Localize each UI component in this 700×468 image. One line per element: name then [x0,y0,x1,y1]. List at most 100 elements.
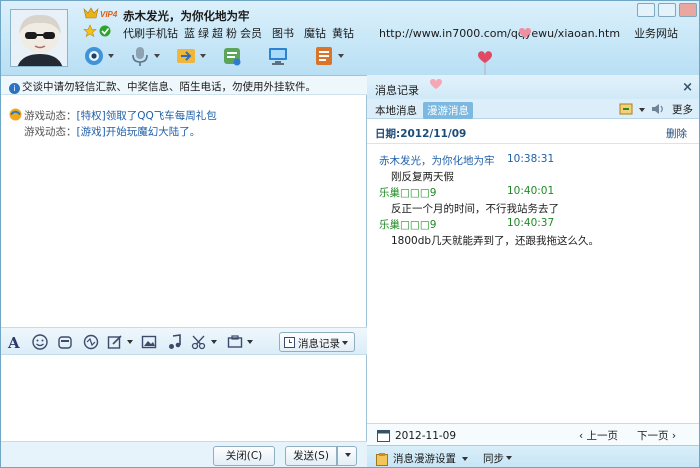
url-link[interactable]: http://www.in7000.com/qqyewu/xiaoan.htm [379,27,620,40]
vip-badge[interactable]: VIP4 [83,7,121,20]
chevron-down-icon[interactable] [247,340,253,344]
entry-text: 反正一个月的时间，不行我站务去了 [391,203,559,215]
history-date-header: 日期:2012/11/09 删除 [367,120,699,144]
remote-desktop-icon [269,48,287,65]
message-history-label: 消息记录 [298,338,340,350]
chevron-down-icon [342,341,348,345]
entry-time: 10:38:31 [507,153,555,165]
history-pager: 2012-11-09 ‹ 上一页 下一页 › [367,423,699,445]
send-options-button[interactable] [337,446,357,466]
header-link[interactable]: 会员 [240,27,262,40]
send-file-button[interactable] [171,41,217,71]
format-toolbar: A 消息记录 [1,327,367,355]
entry-sender: 乐巢□□□9 [379,219,437,231]
star-icon [83,24,97,38]
prev-page-button[interactable]: ‹ 上一页 [579,428,618,443]
chevron-down-icon[interactable] [639,108,645,112]
minimize-button[interactable] [637,3,655,17]
header-link[interactable]: 黄钻 [332,27,354,40]
shake-window-icon[interactable] [83,334,99,350]
entry-sender: 乐巢□□□9 [379,187,437,199]
entry-text: 1800db几天就能弄到了，还跟我拖这么久。 [391,235,600,247]
entry-sender: 赤木发光，为你化地为牢 [379,155,495,167]
font-icon[interactable]: A [7,334,23,350]
chat-toolbar [79,41,355,71]
game-activity-link[interactable]: [特权]领取了QQ飞车每周礼包 [77,110,217,122]
export-icon[interactable] [619,102,633,116]
tab-roaming-messages[interactable]: 漫游消息 [423,102,473,119]
voice-call-icon [132,47,148,66]
header-link[interactable]: 代刷手机钻 [123,27,178,40]
delete-button[interactable]: 删除 [666,126,687,141]
message-history-panel: 消息记录 × 本地消息 漫游消息 更多 日期:2012/11/09 删除 赤木发… [367,75,699,467]
header-link[interactable]: 超 [212,27,223,40]
app-button[interactable] [309,41,355,71]
magic-emoticon-icon[interactable] [57,334,73,350]
entry-text: 刚反复两天假 [391,171,454,183]
avatar[interactable] [10,9,68,67]
header-link[interactable]: 蓝 [184,27,195,40]
history-title: 消息记录 [375,84,419,97]
game-activity-item: 游戏动态：[特权]领取了QQ飞车每周礼包 [9,108,217,123]
window-header: VIP4 赤木发光，为你化地为牢 代刷手机钻蓝绿超粉会员 图书 魔钻 黄钻 http:… [1,1,699,75]
close-history-button[interactable]: × [682,80,693,95]
sms-icon [224,48,241,66]
svg-text:A: A [7,334,20,350]
voice-call-button[interactable] [125,41,171,71]
send-bar: 关闭(C) 发送(S) [1,441,367,467]
sms-button[interactable] [217,41,263,71]
info-icon: i [9,83,20,94]
remote-desktop-button[interactable] [263,41,309,71]
game-activity-label: 游戏动态： [24,126,77,138]
status-icons [83,24,113,41]
tab-local-messages[interactable]: 本地消息 [371,102,421,119]
screenshot-scissors-icon[interactable] [191,334,207,350]
maximize-button[interactable] [658,3,676,17]
roaming-settings-label: 消息漫游设置 [393,453,456,465]
header-link[interactable]: 粉 [226,27,237,40]
calendar-icon [377,430,390,442]
url-suffix[interactable]: 业务网站 [634,27,678,40]
send-file-icon [177,49,195,63]
header-links: 代刷手机钻蓝绿超粉会员 图书 魔钻 黄钻 [123,25,360,41]
game-icon [9,108,22,121]
sync-button[interactable]: 同步 [483,451,512,466]
roaming-settings-button[interactable]: 消息漫游设置 [375,451,468,466]
music-icon[interactable] [167,334,183,350]
security-notice: i 交谈中请勿轻信汇款、中奖信息、陌生电话，勿使用外挂软件。 [1,75,367,95]
toolbox-icon[interactable] [227,334,243,350]
video-call-icon [85,47,103,65]
next-page-button[interactable]: 下一页 › [637,428,676,443]
close-window-button[interactable] [679,3,697,17]
chevron-down-icon[interactable] [211,340,217,344]
history-tabs: 本地消息 漫游消息 更多 [367,99,699,119]
history-footer: 消息漫游设置 同步 [367,445,699,467]
emoji-icon[interactable] [32,334,48,350]
message-history-button[interactable]: 消息记录 [279,332,355,352]
more-button[interactable]: 更多 [672,102,693,117]
window-controls [637,3,697,17]
scrawl-icon[interactable] [107,334,123,350]
header-link[interactable]: 绿 [198,27,209,40]
sync-label: 同步 [483,453,504,465]
game-activity-item: 游戏动态：[游戏]开始玩魔幻大陆了。 [24,124,200,139]
chevron-down-icon [462,456,468,461]
video-call-button[interactable] [79,41,125,71]
notice-text: 交谈中请勿轻信汇款、中奖信息、陌生电话，勿使用外挂软件。 [22,81,316,93]
game-activity-link[interactable]: [游戏]开始玩魔幻大陆了。 [77,126,201,138]
history-nav-date: 2012-11-09 [395,429,457,442]
history-title-bar: 消息记录 × [367,75,699,99]
header-link[interactable]: 图书 [272,27,294,40]
clipboard-icon [376,452,388,466]
close-button[interactable]: 关闭(C) [213,446,275,466]
svg-text:VIP4: VIP4 [100,10,118,19]
speaker-icon[interactable] [651,102,665,116]
send-button[interactable]: 发送(S) [285,446,337,466]
message-input[interactable] [1,355,367,441]
image-icon[interactable] [141,334,157,350]
date-picker[interactable]: 2012-11-09 [377,429,456,442]
chevron-down-icon[interactable] [127,340,133,344]
clock-icon [284,337,295,348]
chat-window: VIP4 赤木发光，为你化地为牢 代刷手机钻蓝绿超粉会员 图书 魔钻 黄钻 http:… [0,0,700,468]
header-link[interactable]: 魔钻 [304,27,326,40]
